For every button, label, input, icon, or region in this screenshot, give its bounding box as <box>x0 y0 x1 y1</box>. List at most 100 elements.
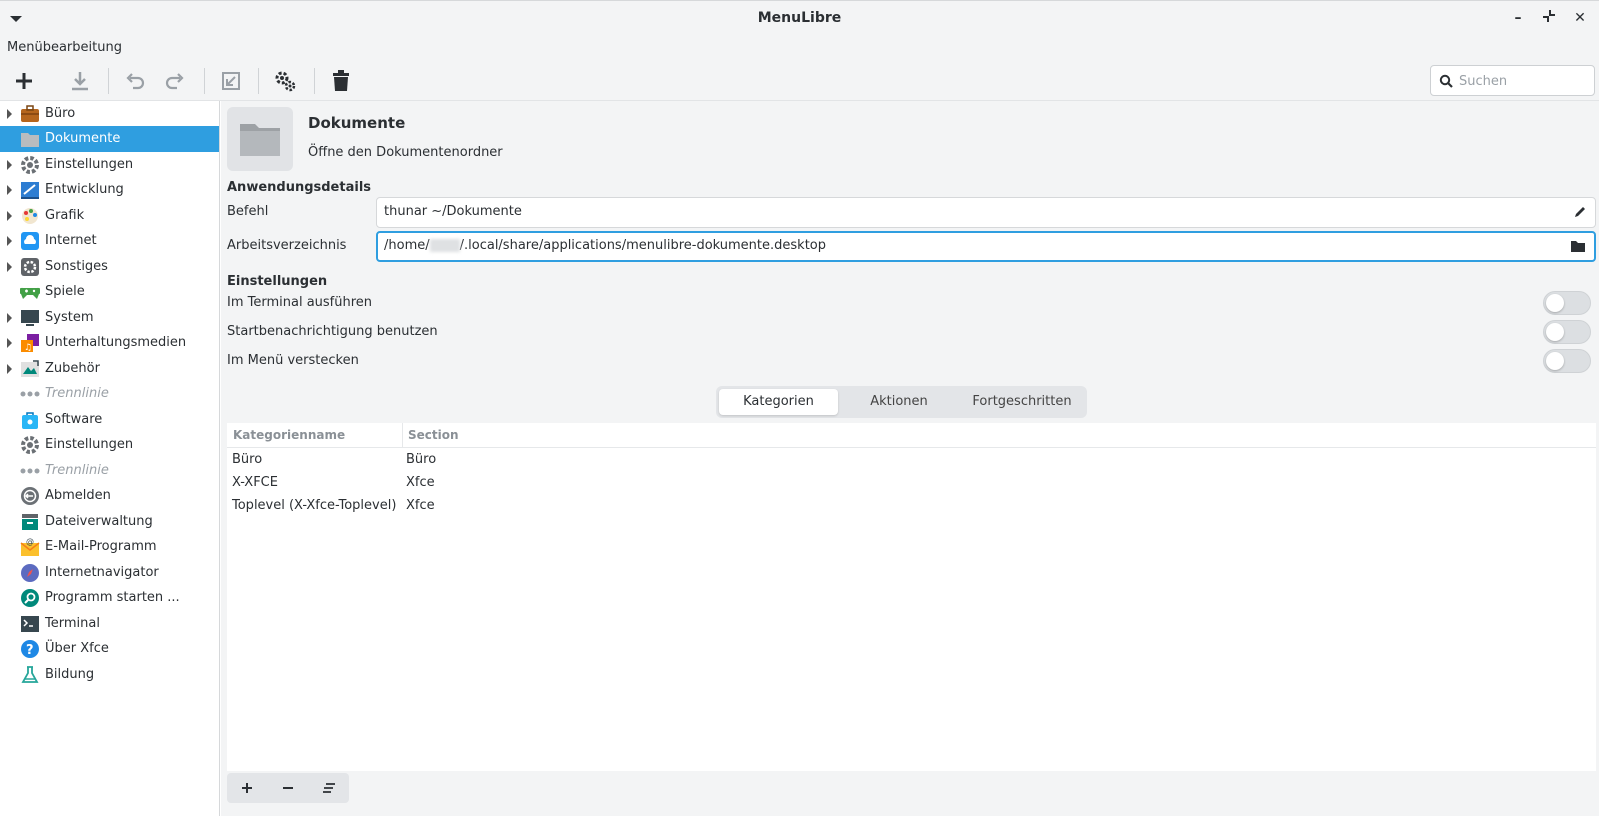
tab-advanced[interactable]: Fortgeschritten <box>960 389 1084 415</box>
revert-icon[interactable] <box>216 66 246 96</box>
table-row-1-section[interactable]: Xfce <box>406 475 435 490</box>
folder-open-icon[interactable] <box>1570 239 1586 253</box>
startup-notify-toggle[interactable] <box>1543 320 1591 344</box>
sidebar-item-dokumente[interactable]: Dokumente <box>0 126 219 152</box>
file-manager-icon <box>22 514 38 530</box>
toolbar-separator <box>314 68 315 94</box>
toolbar-separator <box>258 68 259 94</box>
toolbar-separator <box>108 68 109 94</box>
sidebar-item-entwicklung[interactable]: Entwicklung <box>0 177 219 203</box>
remove-row-button[interactable] <box>268 773 308 803</box>
undo-icon[interactable] <box>120 66 150 96</box>
sidebar-item-email[interactable]: @ E-Mail-Programm <box>0 534 219 560</box>
table-row-2-name[interactable]: Toplevel (X-Xfce-Toplevel) <box>232 498 396 513</box>
table-row-2-section[interactable]: Xfce <box>406 498 435 513</box>
sidebar-item-internetnavigator[interactable]: Internetnavigator <box>0 560 219 586</box>
sidebar-item-einstellungen-2[interactable]: Einstellungen <box>0 432 219 458</box>
sidebar-item-separator-2[interactable]: Trennlinie <box>0 458 219 484</box>
add-icon[interactable] <box>9 66 39 96</box>
sidebar-item-sonstiges[interactable]: Sonstiges <box>0 254 219 280</box>
workdir-field[interactable]: /home//.local/share/applications/menulib… <box>376 231 1596 262</box>
minus-icon <box>283 787 293 789</box>
app-icon-button[interactable] <box>227 107 293 171</box>
clear-rows-button[interactable] <box>309 773 349 803</box>
redo-icon[interactable] <box>160 66 190 96</box>
tab-categories[interactable]: Kategorien <box>719 389 838 415</box>
sidebar-item-einstellungen[interactable]: Einstellungen <box>0 152 219 178</box>
app-name[interactable]: Dokumente <box>308 114 405 132</box>
title-bar: MenuLibre – ✕ <box>0 0 1599 35</box>
sidebar-item-system[interactable]: System <box>0 305 219 331</box>
software-bag-icon <box>22 412 38 429</box>
svg-text:@: @ <box>26 537 34 546</box>
expander-icon[interactable] <box>7 338 12 348</box>
sidebar-item-internet[interactable]: Internet <box>0 228 219 254</box>
header-divider <box>227 447 1596 448</box>
workdir-value: /home//.local/share/applications/menulib… <box>384 238 827 253</box>
tab-actions[interactable]: Aktionen <box>839 389 959 415</box>
flask-icon <box>21 666 39 683</box>
logout-icon <box>21 487 39 505</box>
expander-icon[interactable] <box>7 211 12 221</box>
toggle-knob <box>1546 352 1564 370</box>
menu-edit[interactable]: Menübearbeitung <box>7 40 122 55</box>
toggle-knob <box>1546 323 1564 341</box>
hide-in-menu-toggle[interactable] <box>1543 349 1591 373</box>
sidebar-item-ueber-xfce[interactable]: ? Über Xfce <box>0 636 219 662</box>
search-icon <box>1439 74 1453 88</box>
separator-icon <box>20 468 40 474</box>
sidebar-item-abmelden[interactable]: Abmelden <box>0 483 219 509</box>
app-comment[interactable]: Öffne den Dokumentenordner <box>308 145 503 160</box>
sidebar-item-spiele[interactable]: Spiele <box>0 279 219 305</box>
gear-icon <box>21 156 39 174</box>
sidebar-item-separator[interactable]: Trennlinie <box>0 381 219 407</box>
expander-icon[interactable] <box>7 313 12 323</box>
sidebar-item-programm-starten[interactable]: Programm starten ... <box>0 585 219 611</box>
sidebar-item-unterhaltungsmedien[interactable]: ♫ Unterhaltungsmedien <box>0 330 219 356</box>
table-row-0-section[interactable]: Büro <box>406 452 436 467</box>
folder-icon <box>240 124 280 156</box>
svg-text:♫: ♫ <box>24 343 32 353</box>
table-row-0-name[interactable]: Büro <box>232 452 262 467</box>
minimize-icon[interactable]: – <box>1509 9 1527 27</box>
expander-icon[interactable] <box>7 185 12 195</box>
save-icon[interactable] <box>65 66 95 96</box>
search-input[interactable] <box>1459 71 1589 91</box>
search-box[interactable] <box>1430 65 1595 96</box>
command-field[interactable]: thunar ~/Dokumente <box>376 197 1596 228</box>
sidebar-item-software[interactable]: Software <box>0 407 219 433</box>
delete-icon[interactable] <box>326 66 356 96</box>
column-header-section[interactable]: Section <box>408 428 459 442</box>
sidebar-item-bildung[interactable]: Bildung <box>0 662 219 688</box>
option-notify-label: Startbenachrichtigung benutzen <box>227 324 438 339</box>
pencil-icon[interactable] <box>1573 205 1587 219</box>
command-value: thunar ~/Dokumente <box>384 204 522 219</box>
expander-icon[interactable] <box>7 262 12 272</box>
sidebar-item-terminal[interactable]: Terminal <box>0 611 219 637</box>
cloud-icon <box>21 232 39 250</box>
sidebar-item-buero[interactable]: Büro <box>0 101 219 127</box>
separator-icon <box>20 391 40 397</box>
table-row-1-name[interactable]: X-XFCE <box>232 475 278 490</box>
command-label: Befehl <box>227 204 269 219</box>
palette-icon <box>22 208 38 224</box>
expander-icon[interactable] <box>7 236 12 246</box>
clear-list-icon <box>323 783 335 793</box>
expander-icon[interactable] <box>7 364 12 374</box>
close-icon[interactable]: ✕ <box>1571 9 1589 27</box>
sidebar-item-grafik[interactable]: Grafik <box>0 203 219 229</box>
sidebar-item-dateiverwaltung[interactable]: Dateiverwaltung <box>0 509 219 535</box>
expander-icon[interactable] <box>7 160 12 170</box>
svg-text:?: ? <box>26 643 34 658</box>
details-heading: Anwendungsdetails <box>227 180 372 195</box>
sidebar-item-zubehoer[interactable]: Zubehör <box>0 356 219 382</box>
gear-icon <box>21 436 39 454</box>
app-finder-icon <box>21 589 39 607</box>
maximize-icon[interactable] <box>1540 9 1558 27</box>
add-row-button[interactable] <box>227 773 267 803</box>
expander-icon[interactable] <box>7 109 12 119</box>
terminal-toggle[interactable] <box>1543 291 1591 315</box>
settings-gears-icon[interactable] <box>270 66 300 96</box>
categories-table: Kategorienname Section Büro Büro X-XFCE … <box>227 423 1596 771</box>
column-header-name[interactable]: Kategorienname <box>233 428 345 442</box>
